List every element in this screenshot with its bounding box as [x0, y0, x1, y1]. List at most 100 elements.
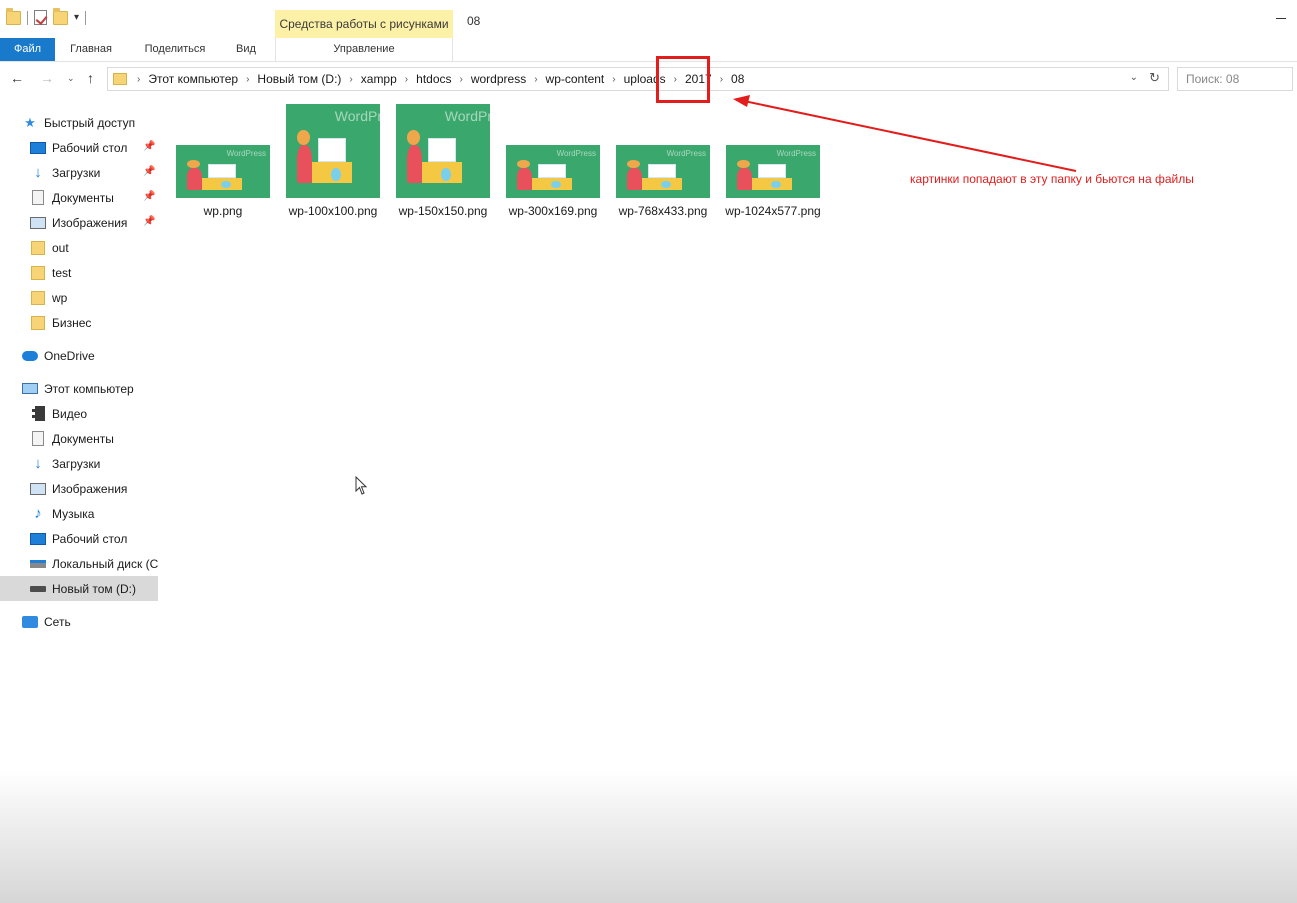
sidebar-item-pictures[interactable]: Изображения 📌 — [0, 210, 160, 235]
thumbnail-watermark: WordPress — [226, 149, 266, 158]
address-history-chevron-icon[interactable]: ⌄ — [1130, 72, 1138, 83]
up-arrow-icon[interactable]: ↑ — [87, 70, 94, 86]
breadcrumb-wp-content[interactable]: wp-content — [540, 72, 611, 86]
sidebar-item-label: Бизнес — [52, 315, 92, 330]
sidebar-item-drive-d[interactable]: Новый том (D:) — [0, 576, 158, 601]
sidebar-item-label: Новый том (D:) — [52, 581, 136, 596]
sidebar-item-label: Рабочий стол — [52, 140, 128, 155]
sidebar-item-this-pc[interactable]: Этот компьютер — [0, 376, 160, 401]
video-icon — [31, 406, 45, 421]
sidebar-item-test[interactable]: test — [0, 260, 160, 285]
sidebar-item-label: test — [52, 265, 72, 280]
image-thumbnail: WordPr — [396, 104, 490, 198]
download-arrow-icon: ↓ — [34, 455, 42, 472]
pictures-icon — [30, 482, 46, 495]
music-note-icon: ♪ — [34, 505, 42, 522]
breadcrumb-separator-icon[interactable]: › — [403, 74, 410, 85]
tab-manage[interactable]: Управление — [275, 38, 453, 61]
file-item[interactable]: WordPr wp-150x150.png — [396, 104, 490, 218]
title-bar: ▾ Средства работы с рисунками 08 — [0, 0, 1297, 38]
image-thumbnail: WordPress — [176, 145, 270, 198]
breadcrumb-separator-icon[interactable]: › — [458, 74, 465, 85]
sidebar-item-downloads[interactable]: ↓ Загрузки 📌 — [0, 160, 160, 185]
forward-arrow-icon[interactable]: → — [40, 70, 54, 86]
sidebar-item-label: Изображения — [52, 481, 128, 496]
breadcrumb-separator-icon[interactable]: › — [135, 74, 142, 85]
sidebar-item-label: Видео — [52, 406, 88, 421]
sidebar-item-pc-pictures[interactable]: Изображения — [0, 476, 160, 501]
sidebar-item-pc-desktop[interactable]: Рабочий стол — [0, 526, 160, 551]
tab-share[interactable]: Поделиться — [135, 38, 215, 61]
breadcrumb-this-pc[interactable]: Этот компьютер — [142, 72, 244, 86]
folder-icon — [31, 315, 45, 330]
file-item[interactable]: WordPr wp-100x100.png — [286, 104, 380, 218]
search-input[interactable]: Поиск: 08 — [1177, 67, 1293, 91]
desktop-icon — [30, 532, 46, 545]
sidebar-item-business[interactable]: Бизнес — [0, 310, 160, 335]
sidebar-item-pc-documents[interactable]: Документы — [0, 426, 160, 451]
breadcrumb-08[interactable]: 08 — [725, 72, 750, 86]
file-name: wp-100x100.png — [288, 204, 378, 218]
sidebar-item-label: Сеть — [44, 614, 71, 629]
folder-icon — [31, 240, 45, 255]
window-title: 08 — [467, 14, 481, 28]
sidebar-item-onedrive[interactable]: OneDrive — [0, 343, 160, 368]
sidebar-item-videos[interactable]: Видео — [0, 401, 160, 426]
sidebar-item-label: Локальный диск (C — [52, 556, 159, 571]
back-arrow-icon[interactable]: ← — [10, 70, 24, 86]
breadcrumb-separator-icon[interactable]: › — [610, 74, 617, 85]
image-thumbnail: WordPress — [616, 145, 710, 198]
thumbnail-watermark: WordPress — [556, 149, 596, 158]
breadcrumb-drive-d[interactable]: Новый том (D:) — [251, 72, 347, 86]
address-bar[interactable]: › Этот компьютер › Новый том (D:) › xamp… — [107, 67, 1169, 91]
sidebar-item-pc-downloads[interactable]: ↓ Загрузки — [0, 451, 160, 476]
breadcrumb-separator-icon[interactable]: › — [347, 74, 354, 85]
network-icon — [22, 615, 38, 628]
breadcrumb-wordpress[interactable]: wordpress — [465, 72, 532, 86]
sidebar-item-documents[interactable]: Документы 📌 — [0, 185, 160, 210]
thumbnail-watermark: WordPress — [776, 149, 816, 158]
tab-file[interactable]: Файл — [0, 38, 55, 61]
cloud-icon — [22, 350, 38, 361]
pictures-icon — [30, 216, 46, 229]
sidebar-item-label: Загрузки — [52, 456, 101, 471]
toolbar-divider — [27, 10, 28, 25]
file-item[interactable]: WordPress wp-1024x577.png — [725, 145, 821, 218]
recent-locations-chevron-icon[interactable]: ⌄ — [67, 73, 75, 84]
sidebar-item-music[interactable]: ♪ Музыка — [0, 501, 160, 526]
properties-icon[interactable] — [34, 10, 47, 25]
new-folder-icon[interactable] — [53, 7, 68, 25]
sidebar-item-label: OneDrive — [44, 348, 95, 363]
folder-icon — [31, 290, 45, 305]
refresh-icon[interactable]: ↻ — [1149, 70, 1160, 86]
sidebar-item-label: Музыка — [52, 506, 95, 521]
pin-icon[interactable]: 📌 — [143, 166, 155, 177]
sidebar-item-out[interactable]: out — [0, 235, 160, 260]
minimize-button[interactable] — [1276, 18, 1286, 19]
pin-icon[interactable]: 📌 — [143, 191, 155, 202]
file-item[interactable]: WordPress wp-300x169.png — [506, 145, 600, 218]
pin-icon[interactable]: 📌 — [143, 216, 155, 227]
folder-icon — [113, 73, 127, 85]
file-item[interactable]: WordPress wp.png — [176, 145, 270, 218]
sidebar-item-desktop[interactable]: Рабочий стол 📌 — [0, 135, 160, 160]
sidebar-item-network[interactable]: Сеть — [0, 609, 160, 634]
sidebar-item-quick-access[interactable]: ★ Быстрый доступ — [0, 110, 160, 135]
breadcrumb-separator-icon[interactable]: › — [532, 74, 539, 85]
sidebar-item-local-disk-c[interactable]: Локальный диск (C — [0, 551, 160, 576]
pin-icon[interactable]: 📌 — [143, 141, 155, 152]
file-name: wp-1024x577.png — [725, 204, 821, 218]
file-item[interactable]: WordPress wp-768x433.png — [616, 145, 710, 218]
breadcrumb-htdocs[interactable]: htdocs — [410, 72, 457, 86]
sidebar-item-label: Рабочий стол — [52, 531, 128, 546]
breadcrumb-separator-icon[interactable]: › — [718, 74, 725, 85]
breadcrumb-xampp[interactable]: xampp — [355, 72, 403, 86]
image-thumbnail: WordPress — [726, 145, 820, 198]
tab-view[interactable]: Вид — [226, 38, 266, 61]
customize-toolbar-icon[interactable]: ▾ — [74, 12, 79, 23]
sidebar-item-wp[interactable]: wp — [0, 285, 160, 310]
tab-home[interactable]: Главная — [58, 38, 124, 61]
windows-drive-icon — [30, 559, 46, 568]
quick-access-toolbar: ▾ — [6, 7, 87, 25]
breadcrumb-separator-icon[interactable]: › — [244, 74, 251, 85]
